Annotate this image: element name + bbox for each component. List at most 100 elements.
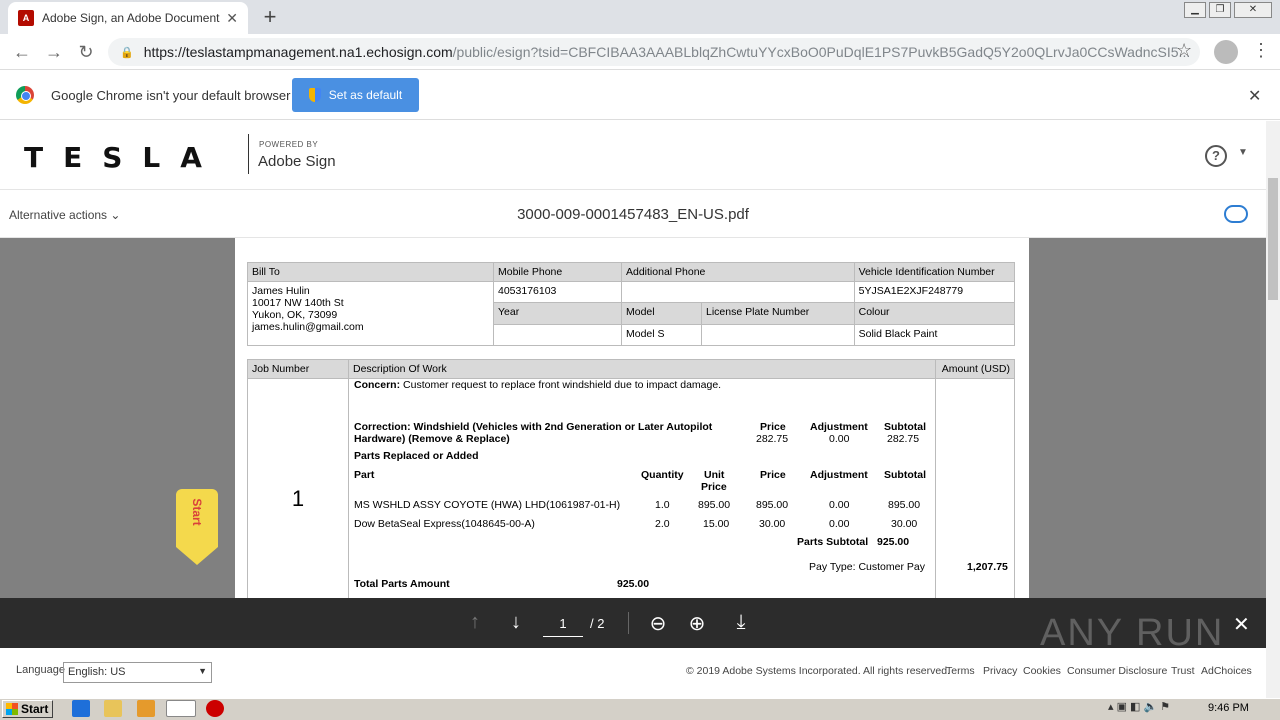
- amount-header: Amount (USD): [935, 359, 1015, 379]
- pay-type: Pay Type: Customer Pay: [809, 561, 925, 573]
- bill-to-header: Bill To: [247, 262, 494, 282]
- pager-divider: [628, 612, 629, 634]
- help-dropdown-icon[interactable]: ▼: [1238, 147, 1248, 158]
- customer-name: James Hulin: [252, 285, 310, 297]
- chat-icon[interactable]: [1224, 205, 1248, 223]
- start-tag-label[interactable]: Start: [190, 495, 204, 529]
- year-value: [493, 323, 622, 347]
- scrollbar-thumb[interactable]: [1268, 178, 1278, 300]
- lock-icon: 🔒: [120, 46, 134, 59]
- next-page-icon[interactable]: ↓: [504, 611, 528, 634]
- url-host: https://teslastampmanagement.na1.echosig…: [143, 44, 453, 60]
- address-line-2: Yukon, OK, 73099: [252, 309, 338, 321]
- restore-button[interactable]: ❐: [1209, 2, 1231, 18]
- system-tray-icons[interactable]: ▴ ▣ ◧ 🔈 ⚑: [1108, 700, 1198, 717]
- select-caret-icon: ▼: [198, 666, 207, 676]
- bookmark-star-icon[interactable]: ☆: [1176, 40, 1192, 61]
- part-1-subtotal: 895.00: [888, 499, 921, 511]
- download-icon[interactable]: ⤓: [729, 611, 753, 634]
- reload-icon[interactable]: ↻: [74, 40, 98, 64]
- unit-price-header-1: Unit: [704, 469, 725, 481]
- adjustment-header: Adjustment: [810, 469, 868, 481]
- start-button[interactable]: Start: [2, 700, 53, 718]
- tab-title: Adobe Sign, an Adobe Document Clo: [42, 11, 220, 25]
- parts-subtotal-label: Parts Subtotal: [797, 536, 869, 548]
- vin: 5YJSA1E2XJF248779: [853, 280, 1016, 304]
- part-1-price: 895.00: [756, 499, 789, 511]
- footer-link-trust[interactable]: Trust: [1171, 665, 1195, 677]
- window-close-button[interactable]: ✕: [1234, 2, 1272, 18]
- price-header: Price: [760, 469, 786, 481]
- pay-type-value: Customer Pay: [858, 561, 925, 573]
- page-number-input[interactable]: 1: [543, 613, 583, 637]
- start-label: Start: [21, 702, 49, 716]
- pay-type-label: Pay Type:: [809, 561, 856, 573]
- url-path: /public/esign?tsid=CBFCIBAA3AAABLblqZhCw…: [452, 44, 1191, 60]
- part-1-unit: 895.00: [698, 499, 731, 511]
- explorer-folder-icon[interactable]: [104, 700, 122, 717]
- document-filename: 3000-009-0001457483_EN-US.pdf: [517, 206, 749, 223]
- back-icon[interactable]: ←: [10, 40, 34, 64]
- browser-tab[interactable]: A Adobe Sign, an Adobe Document Clo ✕: [8, 2, 248, 34]
- tesla-logo: TESLA: [24, 141, 222, 174]
- zoom-out-icon[interactable]: ⊖: [646, 611, 670, 636]
- labor-price: 282.75: [756, 433, 789, 445]
- part-1-name: MS WSHLD ASSY COYOTE (HWA) LHD(1061987-0…: [354, 499, 621, 511]
- footer-link-privacy[interactable]: Privacy: [983, 665, 1017, 677]
- infobar-close-icon[interactable]: ✕: [1248, 86, 1261, 106]
- total-parts-label: Total Parts Amount: [354, 578, 450, 590]
- part-2-unit: 15.00: [703, 518, 730, 530]
- footer-link-adchoices[interactable]: AdChoices: [1201, 665, 1252, 677]
- part-1-qty: 1.0: [655, 499, 670, 511]
- mobile-phone-header: Mobile Phone: [493, 262, 622, 282]
- adobe-favicon-icon: A: [18, 10, 34, 26]
- tab-close-icon[interactable]: ✕: [226, 10, 238, 27]
- address-line-1: 10017 NW 140th St: [252, 297, 344, 309]
- media-player-icon[interactable]: [137, 700, 155, 717]
- chrome-menu-icon[interactable]: ⋮: [1252, 40, 1270, 61]
- zoom-in-icon[interactable]: ⊕: [685, 611, 709, 636]
- stop-icon[interactable]: [206, 700, 224, 717]
- ie-icon[interactable]: [72, 700, 90, 717]
- job-amount: 1,207.75: [967, 561, 1008, 573]
- adobe-sign-label: Adobe Sign: [258, 153, 336, 170]
- parts-subtotal: 925.00: [877, 536, 910, 548]
- bill-to-address: James Hulin 10017 NW 140th St Yukon, OK,…: [247, 281, 494, 346]
- customer-info-table: Bill To Mobile Phone Additional Phone Ve…: [247, 262, 1016, 347]
- logo-divider: [248, 134, 249, 174]
- language-select[interactable]: English: US ▼: [63, 662, 212, 683]
- new-tab-button[interactable]: +: [258, 5, 282, 29]
- model-header: Model: [621, 302, 702, 325]
- taskbar-clock: 9:46 PM: [1208, 702, 1249, 714]
- subtotal-header: Subtotal: [884, 469, 926, 481]
- address-bar[interactable]: 🔒 https://teslastampmanagement.na1.echos…: [108, 38, 1200, 66]
- previous-page-icon[interactable]: ↑: [463, 611, 487, 634]
- forward-icon[interactable]: →: [42, 40, 66, 64]
- correction-line-2: Hardware) (Remove & Replace): [354, 433, 510, 445]
- part-2-price: 30.00: [759, 518, 786, 530]
- help-icon[interactable]: ?: [1205, 145, 1227, 167]
- colour-header: Colour: [853, 302, 1016, 325]
- vin-header: Vehicle Identification Number: [853, 262, 1016, 282]
- part-2-qty: 2.0: [655, 518, 670, 530]
- part-2-subtotal: 30.00: [891, 518, 918, 530]
- labor-subtotal: 282.75: [887, 433, 920, 445]
- minimize-button[interactable]: ▁: [1184, 2, 1206, 18]
- labor-adjustment-header: Adjustment: [810, 421, 868, 433]
- part-2-name: Dow BetaSeal Express(1048645-00-A): [354, 518, 535, 530]
- quantity-header: Quantity: [641, 469, 684, 481]
- colour-value: Solid Black Paint: [853, 323, 1016, 347]
- chrome-taskbar-icon[interactable]: [166, 700, 196, 717]
- year-header: Year: [493, 302, 622, 325]
- footer-link-consumer-disclosure[interactable]: Consumer Disclosure: [1067, 665, 1167, 677]
- profile-avatar[interactable]: [1214, 40, 1238, 64]
- set-as-default-button[interactable]: Set as default: [292, 78, 419, 112]
- powered-by-label: POWERED BY: [259, 140, 319, 149]
- unit-price-header-2: Price: [701, 481, 727, 493]
- language-value: English: US: [68, 666, 126, 678]
- pager-close-icon[interactable]: ✕: [1233, 612, 1250, 637]
- mobile-phone: 4053176103: [493, 280, 622, 304]
- footer-link-terms[interactable]: Terms: [946, 665, 975, 677]
- footer-link-cookies[interactable]: Cookies: [1023, 665, 1061, 677]
- windows-flag-icon: [6, 703, 18, 715]
